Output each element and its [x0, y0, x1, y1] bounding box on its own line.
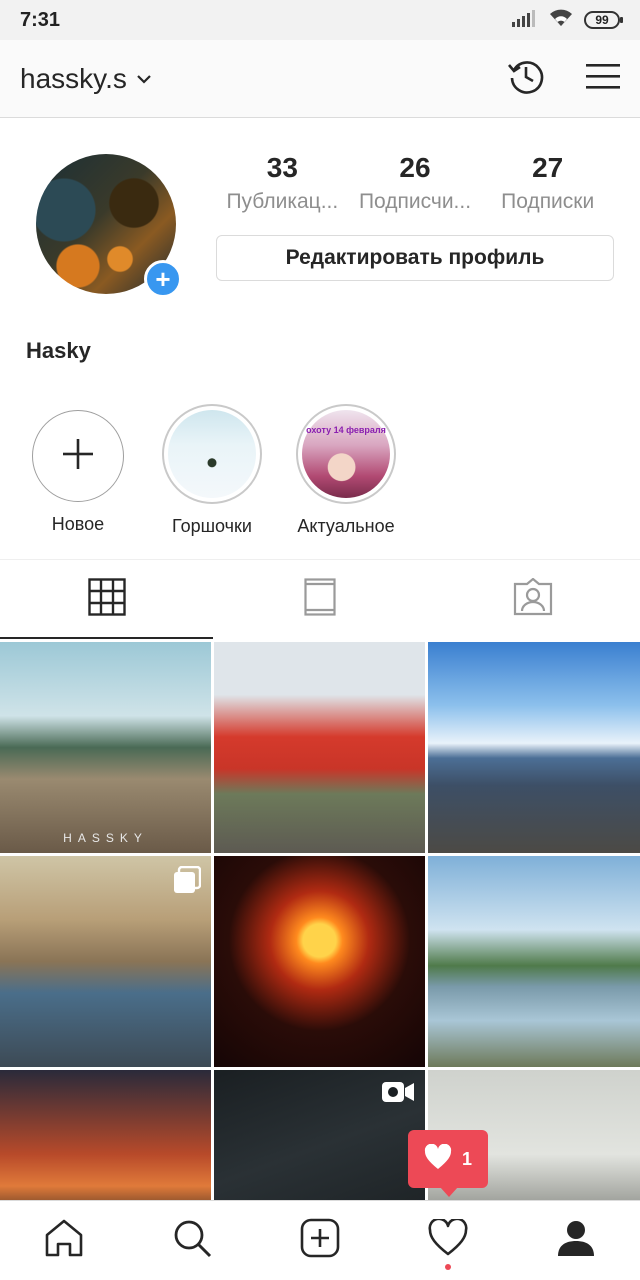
- plus-icon: [61, 437, 95, 476]
- video-icon: [381, 1080, 415, 1109]
- highlight-label: Горшочки: [172, 516, 252, 536]
- menu-icon[interactable]: [586, 62, 620, 95]
- profile-display-name: Hasky: [26, 338, 91, 363]
- carousel-icon: [173, 865, 202, 899]
- stat-posts-count: 33: [266, 152, 298, 183]
- bottom-navigation: [0, 1200, 640, 1280]
- stat-followers[interactable]: 26 Подписчи...: [349, 152, 482, 214]
- nav-profile[interactable]: [512, 1201, 640, 1280]
- stat-followers-label: Подписчи...: [358, 190, 472, 213]
- profile-header: hassky.s: [0, 40, 640, 118]
- highlight-new[interactable]: Новое: [20, 404, 136, 537]
- post-thumbnail[interactable]: [214, 856, 425, 1067]
- edit-profile-button[interactable]: Редактировать профиль: [216, 235, 614, 281]
- activity-notification-popup[interactable]: 1: [408, 1130, 488, 1197]
- profile-avatar-wrap[interactable]: +: [36, 154, 182, 298]
- grid-icon: [87, 578, 126, 621]
- stat-following-count: 27: [532, 152, 564, 183]
- archive-history-icon[interactable]: [506, 56, 546, 101]
- highlight-label: Новое: [51, 514, 105, 534]
- tab-tagged[interactable]: [427, 560, 640, 639]
- feed-icon: [304, 578, 336, 621]
- stat-following-label: Подписки: [501, 190, 595, 213]
- nav-activity[interactable]: [384, 1201, 512, 1280]
- tab-feed[interactable]: [213, 560, 426, 639]
- stat-followers-count: 26: [399, 152, 431, 183]
- tab-grid[interactable]: [0, 560, 214, 639]
- status-time: 7:31: [20, 8, 61, 31]
- heart-icon: [428, 1217, 468, 1262]
- add-post-icon: [300, 1218, 340, 1263]
- post-watermark: HASSKY: [63, 831, 148, 845]
- highlight-overlay-text: охоту 14 февраля: [306, 425, 386, 435]
- battery-icon: 99: [584, 11, 623, 29]
- nav-home[interactable]: [0, 1201, 128, 1280]
- stat-posts-label: Публикац...: [226, 190, 339, 213]
- wifi-icon: [548, 8, 574, 33]
- nav-search[interactable]: [128, 1201, 256, 1280]
- activity-dot-indicator: [445, 1264, 451, 1270]
- stat-posts[interactable]: 33 Публикац...: [216, 152, 349, 214]
- heart-filled-icon: [424, 1143, 452, 1175]
- nav-new-post[interactable]: [256, 1201, 384, 1280]
- highlight-aktualnoe[interactable]: охоту 14 февраля Актуальное: [288, 404, 404, 537]
- highlight-cover[interactable]: охоту 14 февраля: [296, 404, 396, 504]
- new-highlight-circle[interactable]: [32, 410, 124, 502]
- post-thumbnail[interactable]: [0, 856, 211, 1067]
- add-story-plus-icon[interactable]: +: [144, 260, 182, 298]
- username-switcher[interactable]: hassky.s: [20, 63, 127, 95]
- stat-following[interactable]: 27 Подписки: [481, 152, 614, 214]
- notification-count: 1: [461, 1148, 472, 1169]
- highlight-cover[interactable]: [162, 404, 262, 504]
- highlight-label: Актуальное: [297, 516, 395, 536]
- home-icon: [44, 1218, 84, 1263]
- post-thumbnail[interactable]: [214, 642, 425, 853]
- post-thumbnail[interactable]: [428, 856, 640, 1067]
- post-thumbnail[interactable]: HASSKY: [0, 642, 211, 853]
- profile-icon: [556, 1218, 596, 1263]
- chevron-down-icon[interactable]: [137, 72, 151, 90]
- post-thumbnail[interactable]: [428, 642, 640, 853]
- search-icon: [172, 1218, 212, 1263]
- profile-tabs: [0, 559, 640, 639]
- tagged-person-icon: [513, 577, 553, 621]
- highlight-gorshochki[interactable]: Горшочки: [154, 404, 270, 537]
- signal-icon: [512, 9, 538, 32]
- status-bar: 7:31 99: [0, 0, 640, 40]
- profile-stats: 33 Публикац... 26 Подписчи... 27 Подписк…: [216, 152, 614, 214]
- posts-grid: HASSKY: [0, 642, 640, 1280]
- story-highlights: Новое Горшочки охоту 14 февраля Актуальн…: [0, 404, 640, 537]
